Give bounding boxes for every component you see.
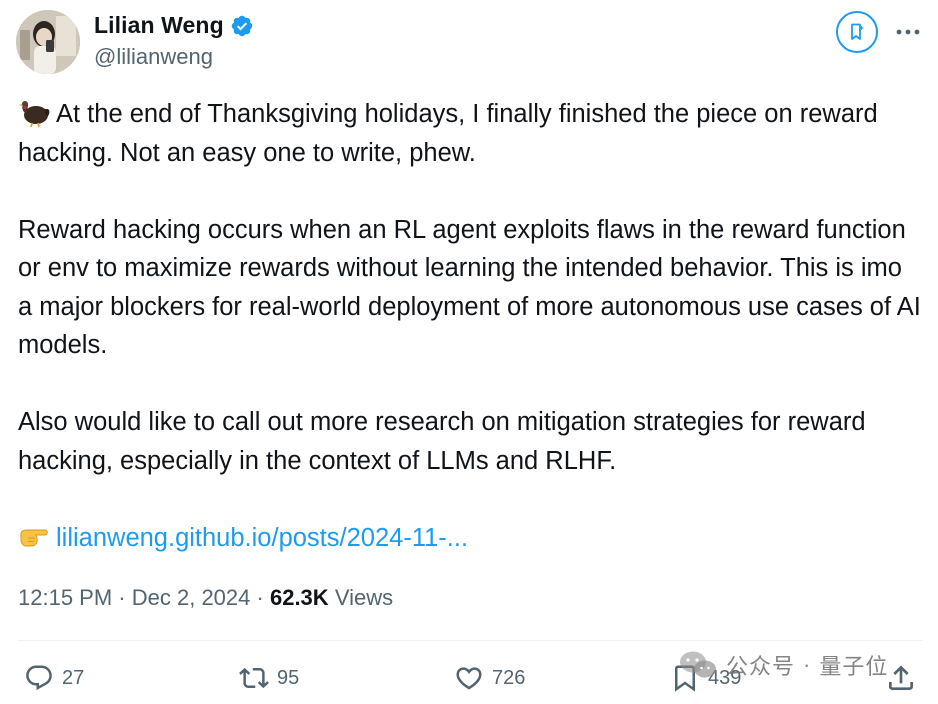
views-count[interactable]: 62.3K (270, 585, 329, 610)
tweet-time[interactable]: 12:15 PM (18, 585, 112, 610)
divider (18, 640, 923, 641)
repost-button[interactable]: 95 (239, 663, 299, 693)
reply-icon (26, 665, 52, 691)
share-icon (889, 665, 913, 690)
heart-icon (456, 667, 482, 690)
article-link[interactable]: lilianweng.github.io/posts/2024-11-... (56, 524, 468, 552)
grok-bookmark-icon (851, 23, 864, 40)
grok-button[interactable] (836, 11, 878, 53)
reply-count: 27 (62, 666, 85, 689)
watermark-text-2: 量子位 (819, 654, 889, 679)
turkey-emoji-icon (19, 101, 50, 128)
meta-separator: · (118, 585, 126, 610)
avatar-image (16, 10, 80, 74)
like-button[interactable]: 726 (454, 663, 525, 693)
tweet-text: At the end of Thanksgiving holidays, I f… (18, 95, 923, 557)
tweet-paragraph-1: At the end of Thanksgiving holidays, I f… (18, 95, 923, 172)
wechat-logo-icon (680, 651, 716, 678)
more-options-button[interactable] (893, 20, 923, 44)
views-label[interactable]: Views (335, 585, 393, 610)
meta-separator: · (256, 585, 264, 610)
reply-button[interactable]: 27 (24, 663, 84, 693)
tweet-date[interactable]: Dec 2, 2024 (132, 585, 251, 610)
tweet-card: Lilian Weng @lilianweng At the end of Th… (0, 0, 938, 704)
tweet-meta: 12:15 PM · Dec 2, 2024 · 62.3K Views (18, 585, 393, 611)
watermark-text-1: 公众号 (726, 654, 796, 679)
tweet-paragraph-1-text: At the end of Thanksgiving holidays, I f… (18, 100, 878, 167)
tweet-paragraph-3: Also would like to call out more researc… (18, 408, 866, 475)
author-display-name[interactable]: Lilian Weng (94, 12, 224, 39)
share-button[interactable] (885, 662, 917, 694)
watermark: 公众号 · 量子位 (678, 649, 888, 681)
author-name-row[interactable]: Lilian Weng (94, 12, 254, 39)
author-handle[interactable]: @lilianweng (94, 44, 213, 70)
repost-icon (239, 667, 269, 689)
like-count: 726 (492, 666, 526, 689)
verified-badge-icon (231, 15, 252, 36)
tweet-paragraph-2: Reward hacking occurs when an RL agent e… (18, 215, 921, 360)
repost-count: 95 (277, 666, 300, 689)
tweet-link-line: lilianweng.github.io/posts/2024-11-... (18, 519, 923, 558)
avatar[interactable] (16, 10, 80, 74)
more-dots-icon (896, 29, 920, 35)
pointing-right-hand-icon (20, 529, 48, 546)
watermark-dot: · (803, 652, 812, 677)
